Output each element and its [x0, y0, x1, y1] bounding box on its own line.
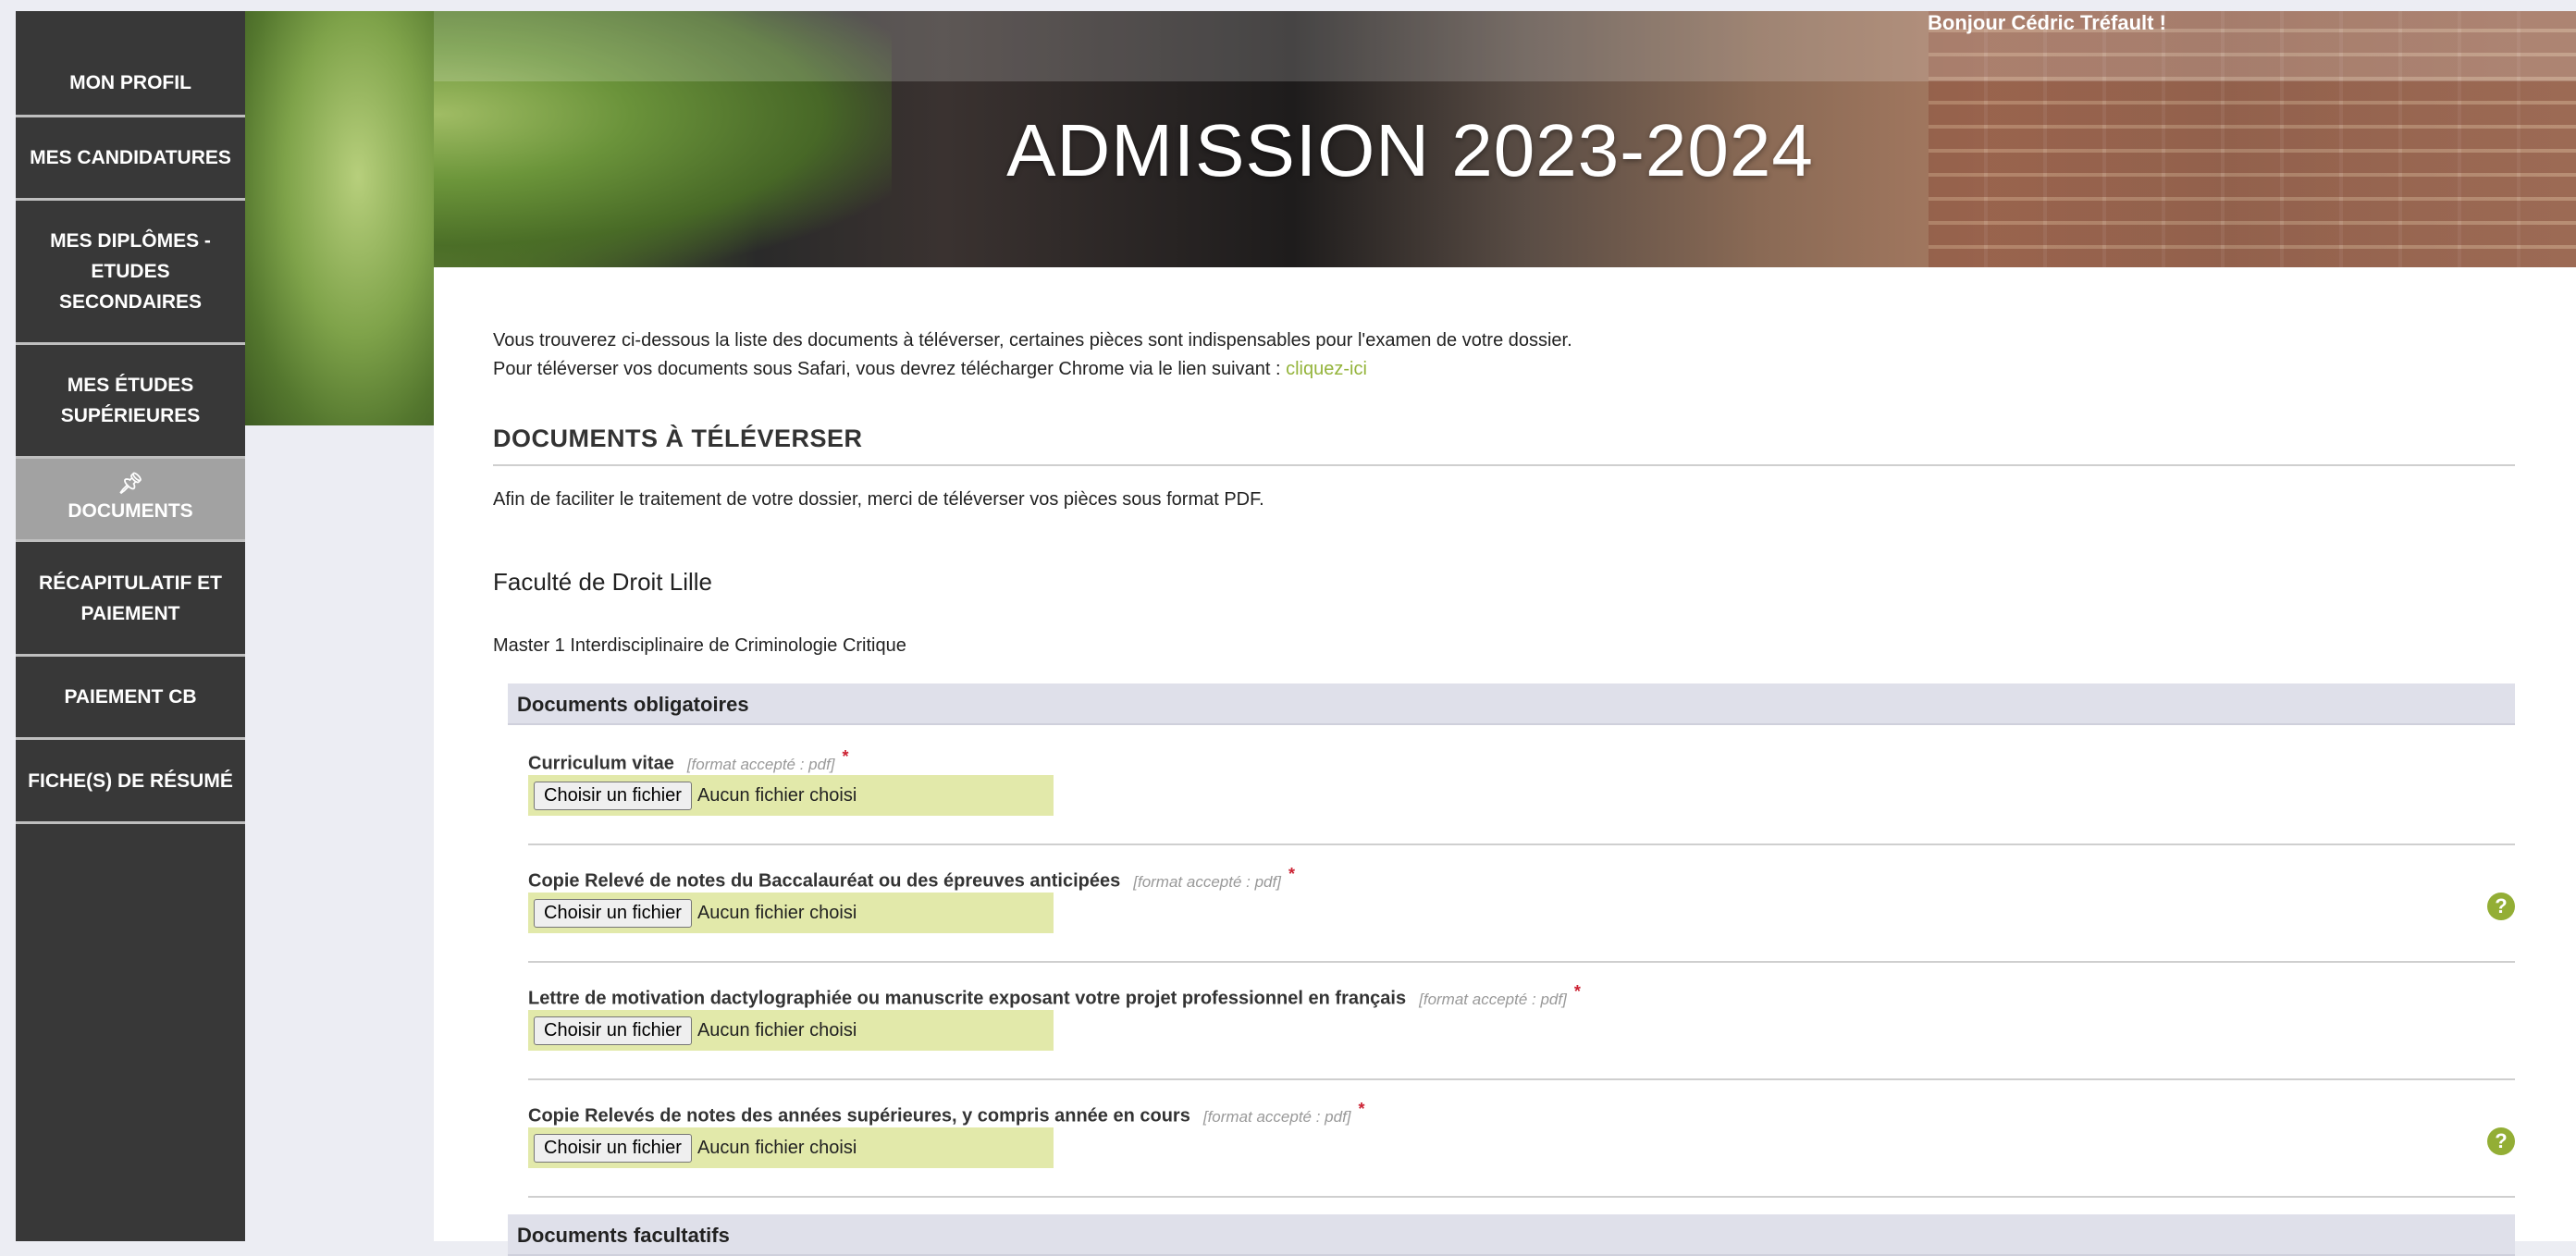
doc-row-cv: Curriculum vitae [format accepté : pdf] * … [528, 727, 2515, 845]
section-title: DOCUMENTS À TÉLÉVERSER [493, 425, 2515, 466]
sidebar-item-recapitulatif[interactable]: RÉCAPITULATIF ET PAIEMENT [16, 542, 245, 657]
page-title: ADMISSION 2023-2024 [1006, 109, 1814, 191]
file-input-bac[interactable]: Choisir un fichier Aucun fichier choisi [528, 893, 1054, 933]
sidebar-item-diplomes[interactable]: MES DIPLÔMES - ETUDES SECONDAIRES [16, 201, 245, 345]
faculte-title: Faculté de Droit Lille [493, 568, 712, 596]
mandatory-docs-header: Documents obligatoires [508, 683, 2515, 725]
intro-line-1: Vous trouverez ci-dessous la liste des d… [493, 330, 1572, 351]
program-name: Master 1 Interdisciplinaire de Criminolo… [493, 635, 906, 656]
optional-docs-header: Documents facultatifs [508, 1214, 2515, 1256]
doc-label: Curriculum vitae [528, 753, 674, 774]
chrome-download-link[interactable]: cliquez-ici [1286, 359, 1367, 379]
file-status: Aucun fichier choisi [696, 784, 857, 806]
sidebar-item-candidatures[interactable]: MES CANDIDATURES [16, 117, 245, 201]
header-banner: Bonjour Cédric Tréfault ! ADMISSION 2023… [244, 11, 2576, 269]
doc-row-releves: Copie Relevés de notes des années supéri… [528, 1079, 2515, 1198]
file-input-releves[interactable]: Choisir un fichier Aucun fichier choisi [528, 1127, 1054, 1168]
sidebar-item-profil[interactable]: MON PROFIL [16, 11, 245, 117]
format-hint: [format accepté : pdf] [1133, 872, 1281, 891]
doc-row-lettre: Lettre de motivation dactylographiée ou … [528, 962, 2515, 1080]
file-status: Aucun fichier choisi [696, 1019, 857, 1041]
help-icon[interactable]: ? [2487, 1127, 2515, 1155]
choose-file-button[interactable]: Choisir un fichier [534, 1016, 692, 1045]
header-topbar [244, 11, 2576, 81]
sidebar-item-paiement-cb[interactable]: PAIEMENT CB [16, 657, 245, 740]
choose-file-button[interactable]: Choisir un fichier [534, 1133, 692, 1163]
format-hint: [format accepté : pdf] [1419, 990, 1567, 1008]
choose-file-button[interactable]: Choisir un fichier [534, 781, 692, 810]
main-panel: Vous trouverez ci-dessous la liste des d… [434, 267, 2576, 1256]
file-input-cv[interactable]: Choisir un fichier Aucun fichier choisi [528, 775, 1054, 816]
file-status: Aucun fichier choisi [696, 902, 857, 923]
file-status: Aucun fichier choisi [696, 1137, 857, 1158]
intro-line-2: Pour téléverser vos documents sous Safar… [493, 359, 1367, 379]
sidebar-item-fiches-resume[interactable]: FICHE(S) DE RÉSUMÉ [16, 740, 245, 824]
file-input-lettre[interactable]: Choisir un fichier Aucun fichier choisi [528, 1010, 1054, 1051]
pin-icon: 📌︎ [117, 472, 143, 495]
doc-label: Copie Relevé de notes du Baccalauréat ou… [528, 870, 1121, 892]
help-icon[interactable]: ? [2487, 893, 2515, 920]
user-greeting: Bonjour Cédric Tréfault ! [1928, 11, 2166, 34]
required-marker: * [1288, 865, 1295, 883]
choose-file-button[interactable]: Choisir un fichier [534, 898, 692, 928]
sidebar-item-etudes-superieures[interactable]: MES ÉTUDES SUPÉRIEURES [16, 345, 245, 459]
required-marker: * [1358, 1100, 1365, 1118]
format-hint: [format accepté : pdf] [686, 755, 835, 773]
pdf-note: Afin de faciliter le traitement de votre… [493, 489, 1264, 510]
doc-label: Copie Relevés de notes des années supéri… [528, 1105, 1190, 1127]
sidebar-nav: MON PROFIL MES CANDIDATURES MES DIPLÔMES… [16, 11, 245, 1241]
banner-left-image [244, 11, 434, 425]
required-marker: * [1573, 982, 1581, 1001]
doc-label: Lettre de motivation dactylographiée ou … [528, 988, 1407, 1009]
intro-text: Vous trouverez ci-dessous la liste des d… [493, 326, 1572, 384]
required-marker: * [842, 747, 849, 766]
format-hint: [format accepté : pdf] [1202, 1107, 1351, 1126]
sidebar-item-documents[interactable]: 📌︎ DOCUMENTS [16, 459, 245, 542]
doc-row-bac: Copie Relevé de notes du Baccalauréat ou… [528, 844, 2515, 963]
